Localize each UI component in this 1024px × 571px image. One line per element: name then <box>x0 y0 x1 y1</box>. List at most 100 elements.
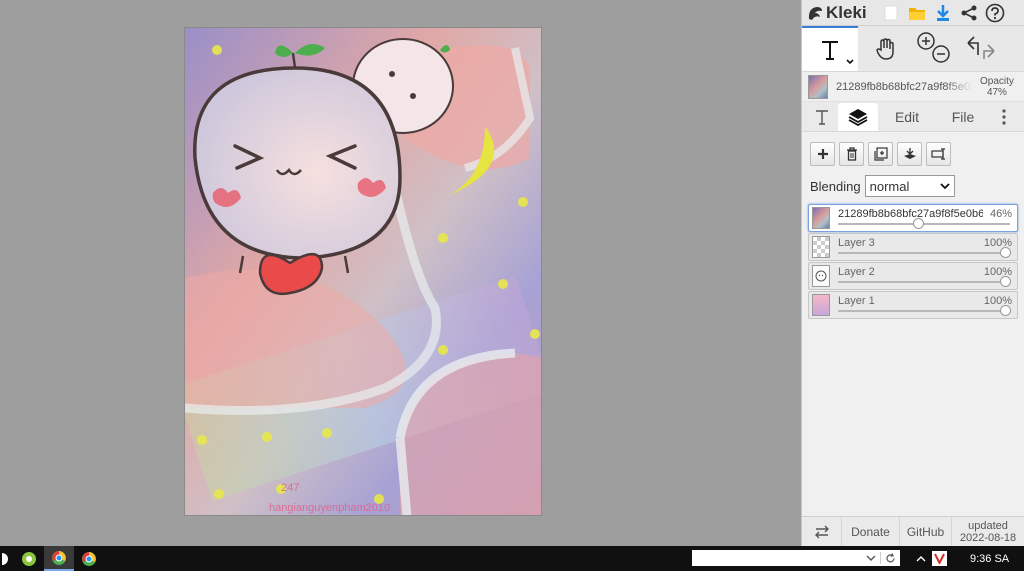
canvas-text-signature: hangianguyenpham2010 <box>269 502 391 514</box>
blending-row: Blending normal <box>802 172 1024 200</box>
layers-icon <box>848 108 868 126</box>
tab-layers[interactable] <box>838 102 878 131</box>
taskbar-search-box[interactable] <box>692 550 900 566</box>
rename-icon <box>930 148 945 160</box>
tool-row <box>802 26 1024 72</box>
donate-link[interactable]: Donate <box>842 516 900 547</box>
browser-icon <box>82 551 96 566</box>
swap-arrows-icon <box>814 525 829 538</box>
taskbar: 9:36 SA <box>0 546 1024 571</box>
text-tool-icon <box>822 40 838 60</box>
system-tray <box>916 546 947 571</box>
rename-layer-button[interactable] <box>926 142 951 166</box>
taskbar-clock[interactable]: 9:36 SA <box>970 546 1009 571</box>
hand-icon <box>876 37 894 60</box>
tray-app-icon[interactable] <box>932 551 947 566</box>
layer-thumbnail <box>812 265 830 287</box>
layer-name: Layer 3 <box>838 237 875 249</box>
zoom-in-button[interactable] <box>914 26 958 71</box>
brand-name: Kleki <box>826 2 867 22</box>
top-bar: Kleki <box>802 0 1024 26</box>
new-file-icon <box>884 5 898 20</box>
opacity-value: 47% <box>986 86 1007 98</box>
current-layer-name: 21289fb8b68bfc27a9f8f5e0b6 <box>836 80 972 93</box>
layer-thumbnail <box>812 236 830 258</box>
layer-opacity-slider[interactable] <box>838 252 1010 254</box>
refresh-icon <box>886 552 895 562</box>
swap-ui-side-button[interactable] <box>802 516 842 547</box>
plus-icon <box>817 149 828 159</box>
layer-name: Layer 2 <box>838 266 875 278</box>
layer-thumbnail <box>812 294 830 316</box>
layer-actions <box>802 132 1024 172</box>
layer-row[interactable]: Layer 3 100% <box>808 233 1018 261</box>
share-button[interactable] <box>956 1 982 25</box>
new-image-button[interactable] <box>878 1 904 25</box>
duplicate-layer-button[interactable] <box>868 142 893 166</box>
layer-row[interactable]: 21289fb8b68bfc27a9f8f5e0b6 46% <box>808 204 1018 232</box>
bottom-bar: Donate GitHub updated 2022-08-18 <box>802 516 1024 547</box>
merge-down-icon <box>903 148 916 159</box>
text-tool-button[interactable] <box>802 26 858 71</box>
brand-logo[interactable]: Kleki <box>806 3 878 23</box>
layer-details: Layer 2 100% <box>838 263 1014 289</box>
save-image-button[interactable] <box>930 1 956 25</box>
taskbar-app-green[interactable] <box>14 546 44 571</box>
updated-date: 2022-08-18 <box>959 531 1017 544</box>
canvas-workspace[interactable]: 247 hangianguyenpham2010 <box>0 0 801 546</box>
character-thumb-icon <box>815 270 827 282</box>
taskbar-app-partial[interactable] <box>0 546 14 571</box>
delete-layer-button[interactable] <box>839 142 864 166</box>
layer-thumbnail <box>812 207 830 229</box>
layer-opacity-slider[interactable] <box>838 281 1010 283</box>
layer-details: Layer 3 100% <box>838 234 1014 260</box>
blending-mode-value: normal <box>869 178 910 194</box>
layer-opacity-slider[interactable] <box>838 223 1010 225</box>
layer-row[interactable]: Layer 1 100% <box>808 291 1018 319</box>
download-icon <box>937 4 949 21</box>
side-panel: Kleki 21289fb8b68bfc27a9f8f5e0b6 Opacity… <box>801 0 1024 547</box>
blending-mode-select[interactable]: normal <box>864 175 955 197</box>
layer-opacity-handle[interactable] <box>1000 276 1011 287</box>
app-icon <box>2 552 8 565</box>
help-button[interactable] <box>982 1 1008 25</box>
canvas-artwork <box>185 28 541 515</box>
layer-details: Layer 1 100% <box>838 292 1014 318</box>
github-link[interactable]: GitHub <box>900 516 952 547</box>
chevron-down-icon <box>939 182 950 189</box>
tab-edit[interactable]: Edit <box>878 103 936 131</box>
share-icon <box>961 5 977 20</box>
opacity-label: Opacity <box>980 75 1014 87</box>
hand-tool-button[interactable] <box>858 26 914 71</box>
more-vertical-icon <box>1002 108 1006 125</box>
blending-label: Blending <box>810 178 861 194</box>
undo-redo-button[interactable] <box>958 26 1002 71</box>
taskbar-chrome[interactable] <box>74 546 104 571</box>
merge-layer-button[interactable] <box>897 142 922 166</box>
open-image-button[interactable] <box>904 1 930 25</box>
add-layer-button[interactable] <box>810 142 835 166</box>
text-tab-icon <box>816 109 828 125</box>
current-layer-info: 21289fb8b68bfc27a9f8f5e0b6 Opacity 47% <box>802 72 1024 102</box>
layer-name: 21289fb8b68bfc27a9f8f5e0b6 <box>838 208 983 220</box>
layer-opacity-handle[interactable] <box>913 218 924 229</box>
chevron-down-icon[interactable] <box>846 59 854 65</box>
kleki-logo-icon <box>808 6 822 20</box>
current-layer-opacity: Opacity 47% <box>980 76 1014 98</box>
more-menu-button[interactable] <box>990 103 1018 131</box>
chevron-down-icon <box>866 555 876 561</box>
drawing-canvas[interactable]: 247 hangianguyenpham2010 <box>184 27 542 516</box>
undo-redo-icon <box>967 35 995 59</box>
layer-opacity: 46% <box>989 208 1012 220</box>
layer-opacity-handle[interactable] <box>1000 247 1011 258</box>
current-layer-thumbnail <box>808 74 828 99</box>
browser-icon <box>52 550 66 565</box>
tab-tool[interactable] <box>806 103 838 131</box>
updated-info[interactable]: updated 2022-08-18 <box>952 517 1024 547</box>
taskbar-chrome-active[interactable] <box>44 546 74 571</box>
tab-file[interactable]: File <box>936 103 990 131</box>
chevron-up-icon[interactable] <box>916 555 926 562</box>
layer-opacity-handle[interactable] <box>1000 305 1011 316</box>
layer-opacity-slider[interactable] <box>838 310 1010 312</box>
layer-row[interactable]: Layer 2 100% <box>808 262 1018 290</box>
